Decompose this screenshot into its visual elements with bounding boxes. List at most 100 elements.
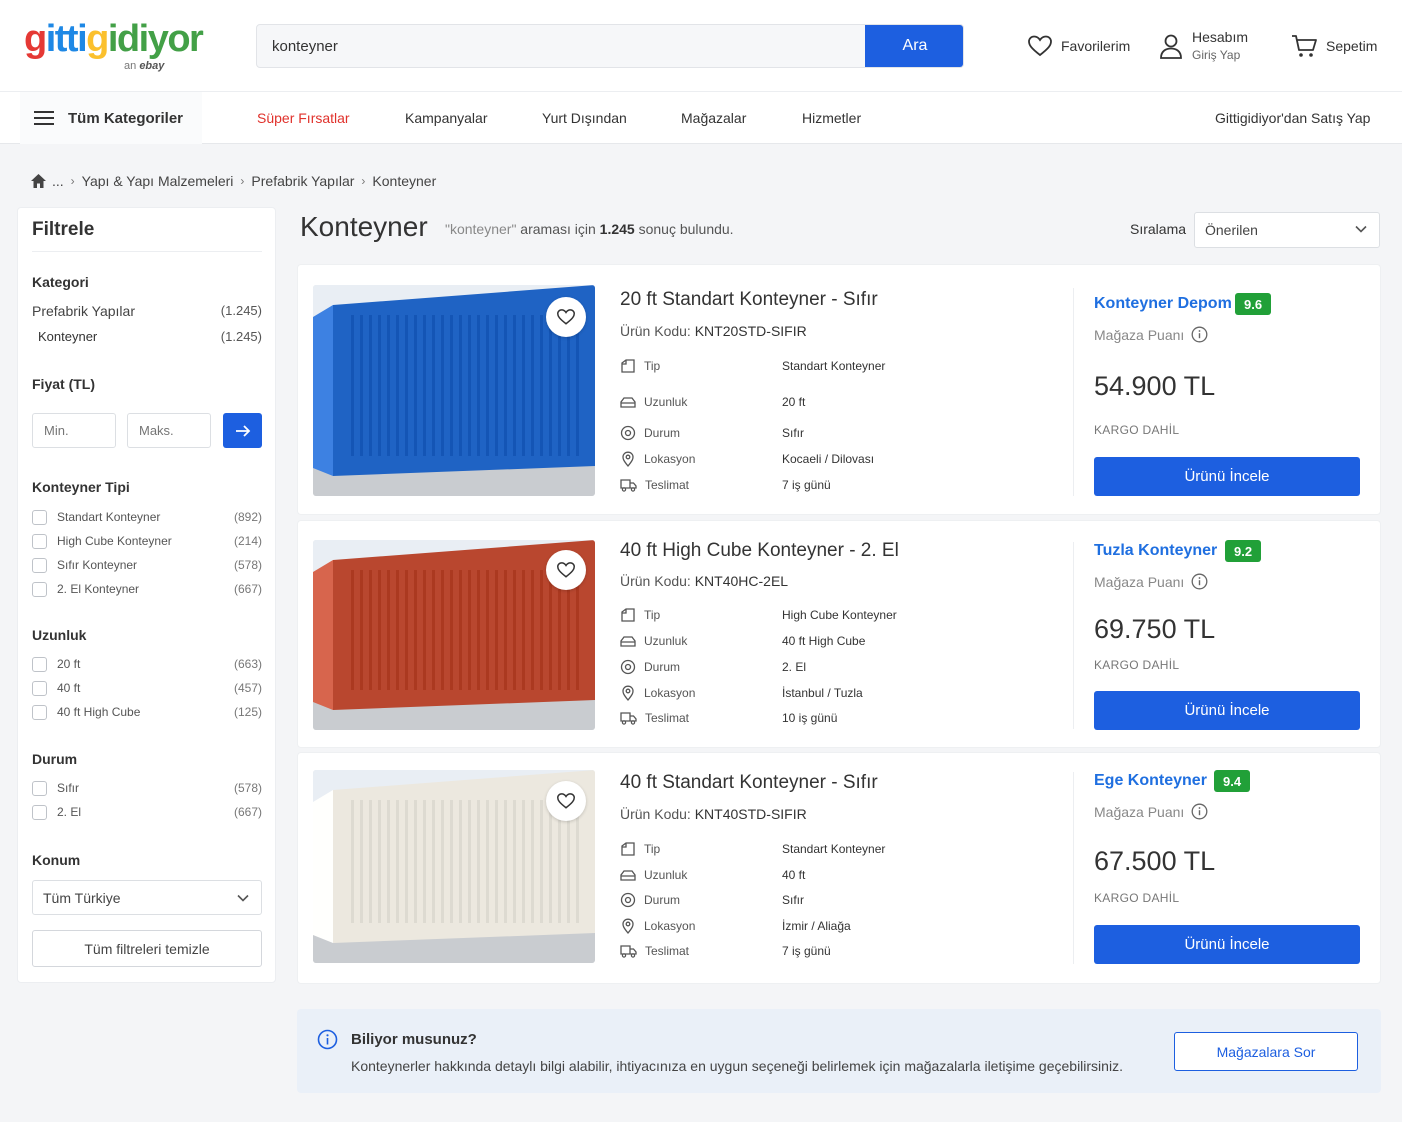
checkbox-label: 2. El Konteyner	[57, 582, 140, 596]
nav-services[interactable]: Hizmetler	[802, 110, 861, 126]
price-max-input[interactable]	[127, 413, 211, 448]
store-name[interactable]: Tuzla Konteyner	[1094, 542, 1217, 560]
store-rating-text: Mağaza Puanı	[1094, 803, 1185, 820]
breadcrumb-prefab[interactable]: Prefabrik Yapılar	[251, 173, 354, 189]
checkbox[interactable]	[32, 804, 47, 820]
nav-campaigns[interactable]: Kampanyalar	[405, 110, 488, 126]
checkbox-count: (214)	[233, 534, 262, 548]
breadcrumb-building[interactable]: Yapı & Yapı Malzemeleri	[82, 173, 234, 189]
product-title[interactable]: 40 ft High Cube Konteyner - 2. El	[620, 540, 899, 562]
checkbox[interactable]	[32, 509, 47, 525]
info-icon[interactable]	[1191, 803, 1208, 820]
spec-label: Tip	[644, 608, 661, 622]
search-button[interactable]: Ara	[865, 25, 963, 67]
favorites-link[interactable]: Favorilerim	[1027, 26, 1130, 66]
chevron-right-icon: ›	[70, 174, 75, 188]
location-pin-icon	[622, 451, 634, 467]
price-apply-button[interactable]	[223, 413, 262, 448]
product-title[interactable]: 20 ft Standart Konteyner - Sıfır	[620, 289, 878, 311]
store-name[interactable]: Ege Konteyner	[1094, 772, 1207, 790]
type-checkbox-standard[interactable]: Standart Konteyner (892)	[32, 508, 262, 526]
nav-sell[interactable]: Gittigidiyor'dan Satış Yap	[1215, 110, 1370, 126]
chevron-right-icon: ›	[240, 174, 245, 188]
nav-abroad[interactable]: Yurt Dışından	[542, 110, 627, 126]
spec-row: Tip Standart Konteyner	[620, 841, 1060, 857]
favorite-button[interactable]	[546, 550, 586, 590]
checkbox[interactable]	[32, 680, 47, 696]
view-product-button[interactable]: Ürünü İncele	[1094, 691, 1360, 730]
location-pin-icon	[622, 685, 634, 701]
site-logo[interactable]: gittigidiyor an ebay	[24, 14, 204, 78]
sort-label: Sıralama	[1130, 221, 1187, 237]
spec-row: Teslimat 7 iş günü	[620, 477, 1060, 493]
product-price: 67.500 TL	[1094, 846, 1216, 876]
view-product-button[interactable]: Ürünü İncele	[1094, 457, 1360, 496]
shipping-included: KARGO DAHİL	[1094, 658, 1180, 672]
search-query: "konteyner"	[445, 221, 517, 237]
condition-checkbox-new[interactable]: Sıfır (578)	[32, 779, 262, 797]
info-title: Biliyor musunuz?	[351, 1031, 477, 1048]
view-product-button[interactable]: Ürünü İncele	[1094, 925, 1360, 964]
spec-row: Durum Sıfır	[620, 892, 1060, 908]
favorite-button[interactable]	[546, 781, 586, 821]
category-prefab[interactable]: Prefabrik Yapılar (1.245)	[32, 303, 262, 319]
spec-row: Uzunluk 20 ft	[620, 394, 1060, 410]
cart-label: Sepetim	[1326, 38, 1378, 54]
breadcrumb-ellipsis[interactable]: ...	[52, 173, 64, 189]
store-rating-label: Mağaza Puanı	[1094, 803, 1208, 820]
ask-stores-button[interactable]: Mağazalara Sor	[1174, 1032, 1358, 1071]
product-card: 40 ft High Cube Konteyner - 2. El Ürün K…	[297, 520, 1381, 748]
all-categories-button[interactable]: Tüm Kategoriler	[20, 92, 202, 144]
checkbox[interactable]	[32, 557, 47, 573]
spec-value: 10 iş günü	[782, 711, 838, 725]
all-categories-label: Tüm Kategoriler	[68, 109, 184, 127]
nav-super-deals[interactable]: Süper Fırsatlar	[257, 110, 350, 126]
info-icon[interactable]	[1191, 573, 1208, 590]
price-min-input[interactable]	[32, 413, 116, 448]
clear-filters-button[interactable]: Tüm filtreleri temizle	[32, 930, 262, 967]
spec-row: Tip Standart Konteyner	[620, 358, 1060, 374]
spec-row: Teslimat 7 iş günü	[620, 943, 1060, 959]
product-code-value: KNT40STD-SIFIR	[694, 806, 807, 822]
store-score-badge: 9.6	[1235, 293, 1272, 315]
spec-label: Uzunluk	[644, 634, 688, 648]
length-checkbox-20[interactable]: 20 ft (663)	[32, 655, 262, 673]
category-container[interactable]: Konteyner (1.245)	[32, 329, 262, 344]
checkbox[interactable]	[32, 704, 47, 720]
product-code-label: Ürün Kodu:	[620, 573, 691, 589]
store-name[interactable]: Konteyner Depom	[1094, 295, 1232, 313]
spec-value: 20 ft	[782, 395, 806, 409]
info-icon[interactable]	[1191, 326, 1208, 343]
type-checkbox-used[interactable]: 2. El Konteyner (667)	[32, 580, 262, 598]
nav-stores[interactable]: Mağazalar	[681, 110, 746, 126]
spec-row: Teslimat 10 iş günü	[620, 710, 1060, 726]
cart-link[interactable]: Sepetim	[1290, 26, 1377, 66]
length-checkbox-40[interactable]: 40 ft (457)	[32, 679, 262, 697]
spec-label: Teslimat	[645, 944, 690, 958]
user-icon	[1160, 34, 1182, 59]
breadcrumb: ... › Yapı & Yapı Malzemeleri › Prefabri…	[30, 172, 436, 190]
account-link[interactable]: Hesabım Giriş Yap	[1158, 26, 1248, 66]
product-title[interactable]: 40 ft Standart Konteyner - Sıfır	[620, 772, 878, 794]
checkbox[interactable]	[32, 533, 47, 549]
category-nav: Tüm Kategoriler Süper Fırsatlar Kampanya…	[0, 92, 1402, 144]
sort-select[interactable]: Önerilen	[1194, 212, 1380, 248]
search-input[interactable]	[257, 25, 865, 67]
checkbox[interactable]	[32, 581, 47, 597]
location-select[interactable]: Tüm Türkiye	[32, 880, 262, 915]
type-checkbox-new[interactable]: Sıfır Konteyner (578)	[32, 556, 262, 574]
store-rating-text: Mağaza Puanı	[1094, 326, 1185, 343]
home-icon[interactable]	[30, 173, 47, 189]
favorite-button[interactable]	[546, 297, 586, 337]
checkbox[interactable]	[32, 780, 47, 796]
divider	[1073, 772, 1074, 964]
type-checkbox-highcube[interactable]: High Cube Konteyner (214)	[32, 532, 262, 550]
store-rating-label: Mağaza Puanı	[1094, 326, 1208, 343]
spec-value: 7 iş günü	[782, 478, 831, 492]
condition-checkbox-used[interactable]: 2. El (667)	[32, 803, 262, 821]
length-checkbox-40hc[interactable]: 40 ft High Cube (125)	[32, 703, 262, 721]
spec-row: Lokasyon İstanbul / Tuzla	[620, 685, 1060, 701]
checkbox[interactable]	[32, 656, 47, 672]
spec-value: İstanbul / Tuzla	[782, 686, 863, 700]
spec-label: Lokasyon	[644, 452, 696, 466]
